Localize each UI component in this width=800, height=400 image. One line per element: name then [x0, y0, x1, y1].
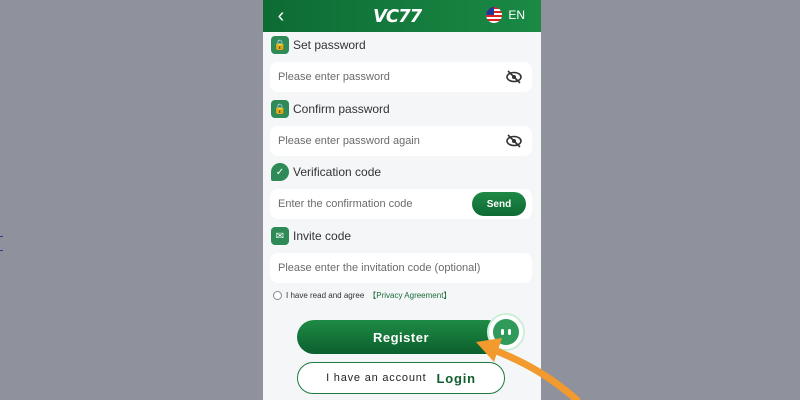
login-text: Login — [436, 370, 476, 386]
confirm-password-label: 🔒 Confirm password — [271, 100, 390, 118]
eye-off-icon[interactable] — [506, 134, 522, 148]
password-input[interactable] — [278, 71, 468, 83]
agreement-row: I have read and agree 【Privacy Agreement… — [273, 290, 451, 301]
set-password-label-text: Set password — [293, 38, 366, 52]
have-account-text: I have an account — [326, 372, 427, 384]
edge-mark — [0, 236, 3, 237]
confirm-password-label-text: Confirm password — [293, 102, 390, 116]
verification-code-label: ✓ Verification code — [271, 163, 381, 181]
verification-code-field: Send — [270, 189, 532, 219]
confirm-password-input[interactable] — [278, 135, 468, 147]
us-flag-icon — [486, 7, 503, 23]
invite-code-label: ✉ Invite code — [271, 227, 351, 245]
lock-icon: 🔒 — [271, 36, 289, 54]
set-password-label: 🔒 Set password — [271, 36, 366, 54]
shield-icon: ✓ — [271, 163, 289, 181]
agreement-text: I have read and agree — [286, 291, 365, 300]
verification-code-label-text: Verification code — [293, 165, 382, 179]
edge-mark — [0, 250, 3, 251]
password-field — [270, 62, 532, 92]
agree-radio[interactable] — [273, 291, 282, 300]
envelope-icon: ✉ — [271, 227, 289, 245]
brand-logo: VC77 — [373, 6, 422, 27]
invite-code-label-text: Invite code — [293, 229, 352, 243]
privacy-agreement-link[interactable]: 【Privacy Agreement】 — [368, 290, 451, 301]
eye-off-icon[interactable] — [506, 70, 522, 84]
verification-code-input[interactable] — [278, 198, 468, 210]
chevron-left-icon[interactable]: ‹ — [269, 4, 293, 28]
invite-code-input[interactable] — [278, 262, 528, 274]
invite-code-field — [270, 253, 532, 283]
language-selector[interactable]: EN — [486, 7, 525, 23]
send-code-button[interactable]: Send — [472, 192, 526, 216]
header-bar: ‹ VC77 EN — [263, 0, 541, 32]
confirm-password-field — [270, 126, 532, 156]
lock-icon: 🔒 — [271, 100, 289, 118]
annotation-arrow-icon — [476, 338, 581, 400]
language-code: EN — [508, 8, 525, 22]
